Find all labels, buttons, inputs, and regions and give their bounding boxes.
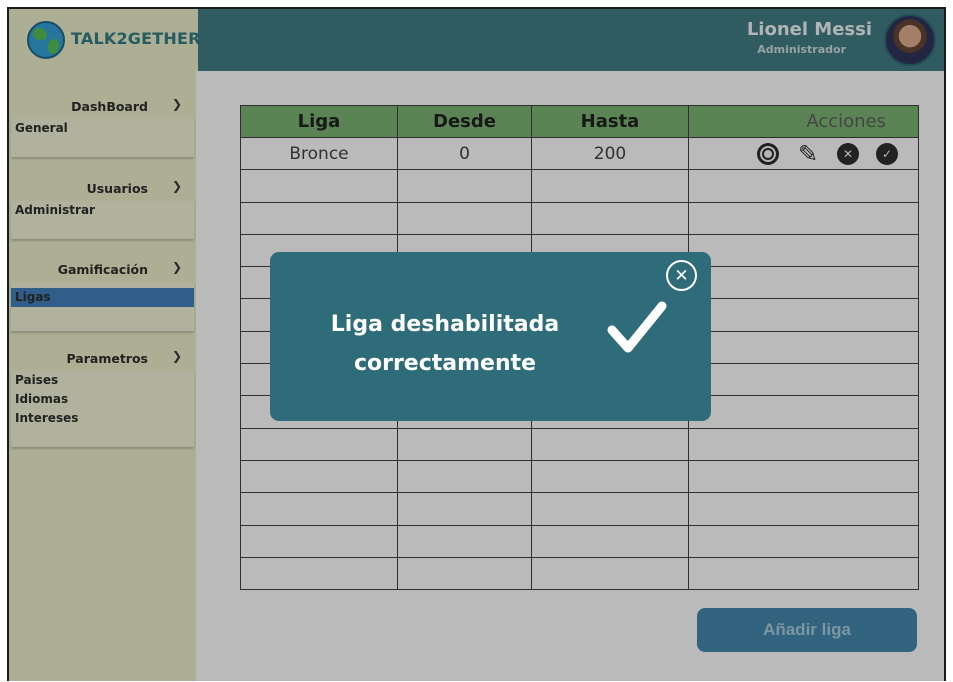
success-dialog: Liga deshabilitada correctamente ✕ — [270, 252, 711, 421]
close-icon[interactable]: ✕ — [666, 260, 697, 291]
checkmark-icon — [607, 301, 667, 353]
app-window: TALK2GETHER Lionel Messi Administrador D… — [7, 7, 946, 681]
dialog-message-line2: correctamente — [353, 351, 537, 376]
dialog-message-line1: Liga deshabilitada — [330, 312, 560, 337]
dialog-message: Liga deshabilitada correctamente — [310, 305, 580, 383]
